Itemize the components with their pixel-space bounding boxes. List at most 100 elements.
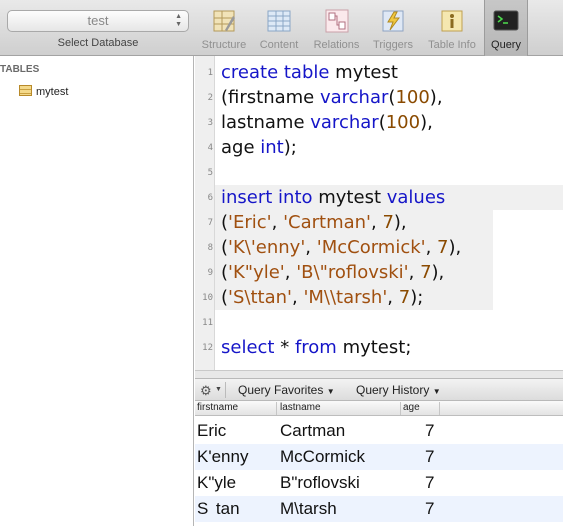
table-info-label: Table Info — [428, 39, 476, 51]
table-row[interactable]: K'enny McCormick 7 — [195, 444, 563, 470]
table-cell-lastname: M\tarsh — [280, 499, 337, 518]
sql-string: 'K"yle' — [228, 262, 285, 283]
line-number: 9 — [207, 268, 213, 278]
sql-token: ), — [429, 87, 443, 108]
sidebar-item-mytest[interactable]: mytest — [19, 84, 68, 100]
sql-token: , — [371, 212, 383, 233]
query-button[interactable]: Query — [484, 0, 528, 56]
chevron-down-icon: ▼ — [215, 386, 222, 393]
table-cell-age: 7 — [425, 473, 435, 492]
chevron-down-icon: ▼ — [326, 387, 335, 396]
results-table: firstname lastname age Eric Cartman 7 K'enn… — [195, 401, 563, 526]
sql-token: ( — [221, 262, 229, 283]
line-number: 2 — [207, 93, 213, 103]
column-divider — [439, 402, 440, 415]
sql-token: , — [305, 237, 317, 258]
sql-token: ), — [448, 237, 462, 258]
table-row[interactable]: K"yle B"roflovski 7 — [195, 470, 563, 496]
code-line: lastname varchar(100), — [221, 110, 433, 135]
sql-keyword: int — [260, 137, 284, 158]
column-header-firstname[interactable]: firstname — [197, 402, 238, 413]
query-favorites-button[interactable]: Query Favorites ▼ — [238, 383, 335, 397]
sql-token: mytest — [335, 62, 398, 83]
sql-token: ), — [393, 212, 407, 233]
code-line: age int); — [221, 135, 297, 160]
table-row[interactable]: Eric Cartman 7 — [195, 418, 563, 444]
relations-button[interactable]: Relations — [309, 4, 364, 54]
line-number: 12 — [202, 343, 213, 353]
sql-token: * — [280, 337, 295, 358]
sql-token: mytest; — [342, 337, 412, 358]
triggers-label: Triggers — [373, 39, 413, 51]
sql-token: (firstname — [221, 87, 320, 108]
line-number: 4 — [207, 143, 213, 153]
sql-keyword: from — [294, 337, 343, 358]
sql-number: 7 — [398, 287, 411, 308]
table-cell-lastname: Cartman — [280, 421, 346, 440]
results-header: firstname lastname age — [195, 401, 563, 416]
table-cell-firstname: S tan — [197, 499, 240, 518]
code-line: ('K"yle', 'B\"roflovski', 7), — [221, 260, 444, 285]
triggers-button[interactable]: Triggers — [368, 4, 418, 54]
sql-token: ( — [221, 287, 229, 308]
query-favorites-label: Query Favorites — [238, 383, 324, 397]
sql-string: 'Cartman' — [283, 212, 371, 233]
sql-number: 100 — [395, 87, 430, 108]
table-info-icon — [439, 8, 465, 34]
table-info-button[interactable]: Table Info — [424, 4, 480, 54]
chevron-down-icon: ▼ — [432, 387, 441, 396]
gear-icon[interactable]: ⚙ — [200, 383, 212, 399]
column-header-lastname[interactable]: lastname — [280, 402, 321, 413]
select-database-caption: Select Database — [57, 37, 139, 49]
column-divider — [400, 402, 401, 415]
sql-number: 100 — [385, 112, 421, 133]
code-line: insert into mytest values — [221, 185, 445, 210]
sql-keyword: varchar — [319, 87, 389, 108]
divider — [225, 382, 226, 398]
query-history-label: Query History — [356, 383, 430, 397]
code-line: select * from mytest; — [221, 335, 411, 360]
structure-button[interactable]: Structure — [199, 4, 249, 54]
sql-keyword: create table — [221, 62, 336, 83]
sql-token: ( — [378, 112, 386, 133]
sql-token: ( — [221, 212, 229, 233]
sql-keyword: select — [221, 337, 281, 358]
code-line: ('K\'enny', 'McCormick', 7), — [221, 235, 461, 260]
sql-number: 7 — [437, 237, 449, 258]
sql-string: 'McCormick' — [316, 237, 426, 258]
sql-token: ), — [431, 262, 445, 283]
table-cell-firstname: K'enny — [197, 447, 249, 466]
content-button[interactable]: Content — [254, 4, 304, 54]
sql-token: , — [291, 287, 304, 308]
table-cell-firstname: K"yle — [197, 473, 237, 492]
structure-icon — [211, 8, 237, 34]
sql-string: 'S\ttan' — [228, 287, 292, 308]
column-header-age[interactable]: age — [403, 402, 420, 413]
sql-token: , — [387, 287, 399, 308]
database-select[interactable]: test ▲ ▼ — [7, 10, 189, 32]
content-icon — [266, 8, 292, 34]
line-number: 6 — [207, 193, 213, 203]
line-number: 10 — [202, 293, 213, 303]
sql-token: , — [425, 237, 438, 258]
sql-string: 'K\'enny' — [228, 237, 306, 258]
code-line: ('S\ttan', 'M\\tarsh', 7); — [221, 285, 423, 310]
sidebar: TABLES mytest — [0, 56, 194, 526]
table-cell-age: 7 — [425, 499, 435, 518]
editor-splitter[interactable] — [195, 370, 563, 378]
sql-keyword: insert into — [221, 187, 319, 208]
sql-token: ); — [410, 287, 424, 308]
line-number: 8 — [207, 243, 213, 253]
query-editor[interactable]: 1 2 3 4 5 6 7 8 9 10 11 12 create table mytest (firs… — [195, 56, 563, 370]
query-history-button[interactable]: Query History ▼ — [356, 383, 441, 397]
line-number: 5 — [207, 168, 213, 178]
table-cell-age: 7 — [425, 421, 435, 440]
sql-token: ( — [221, 237, 229, 258]
sql-token: ); — [283, 137, 297, 158]
tables-heading: TABLES — [0, 64, 40, 75]
query-terminal-icon — [493, 8, 519, 34]
sql-number: 7 — [382, 212, 394, 233]
sql-token: , — [408, 262, 421, 283]
table-row[interactable]: S tan M\tarsh 7 — [195, 496, 563, 522]
line-number: 3 — [207, 118, 213, 128]
